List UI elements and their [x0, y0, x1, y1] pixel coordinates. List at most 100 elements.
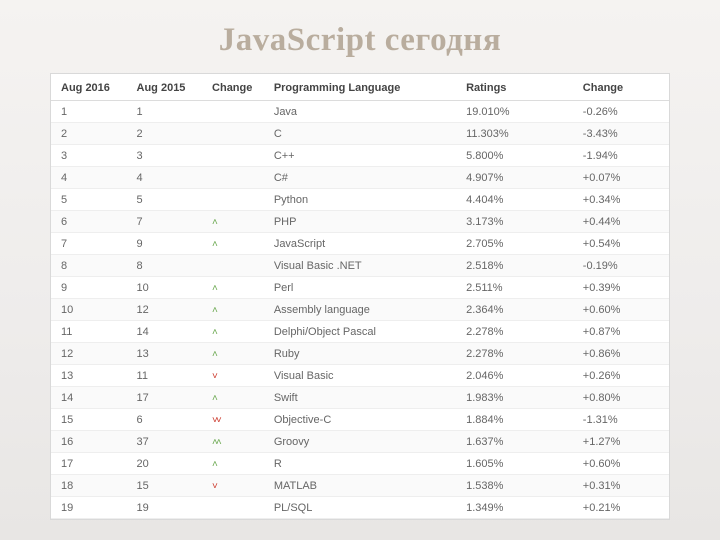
cell-rank-2016: 14 — [51, 387, 127, 409]
cell-rank-2016: 16 — [51, 431, 127, 453]
cell-trend: ˄ — [202, 453, 264, 475]
cell-rank-2016: 9 — [51, 277, 127, 299]
cell-language: JavaScript — [264, 233, 456, 255]
cell-language: Swift — [264, 387, 456, 409]
cell-rank-2016: 6 — [51, 211, 127, 233]
table-row: 1114˄Delphi/Object Pascal2.278%+0.87% — [51, 321, 669, 343]
cell-change: +0.39% — [573, 277, 669, 299]
cell-rank-2015: 10 — [127, 277, 203, 299]
cell-language: Ruby — [264, 343, 456, 365]
cell-change: +0.31% — [573, 475, 669, 497]
cell-rating: 4.404% — [456, 189, 573, 211]
table-row: 88Visual Basic .NET2.518%-0.19% — [51, 255, 669, 277]
cell-change: +0.86% — [573, 343, 669, 365]
double-down-icon: ˅˅ — [212, 416, 220, 426]
ranking-table-wrap: Aug 2016 Aug 2015 Change Programming Lan… — [50, 73, 670, 520]
col-change-dir: Change — [202, 74, 264, 101]
cell-rating: 2.518% — [456, 255, 573, 277]
cell-rating: 1.884% — [456, 409, 573, 431]
cell-rank-2015: 20 — [127, 453, 203, 475]
cell-language: C# — [264, 167, 456, 189]
cell-rank-2016: 3 — [51, 145, 127, 167]
cell-trend: ˄ — [202, 211, 264, 233]
cell-change: +0.80% — [573, 387, 669, 409]
down-icon: ˅ — [212, 482, 216, 492]
cell-rank-2015: 17 — [127, 387, 203, 409]
cell-trend — [202, 167, 264, 189]
table-row: 1012˄Assembly language2.364%+0.60% — [51, 299, 669, 321]
cell-rank-2016: 19 — [51, 497, 127, 519]
cell-rank-2016: 2 — [51, 123, 127, 145]
cell-rank-2016: 7 — [51, 233, 127, 255]
cell-change: -1.94% — [573, 145, 669, 167]
cell-change: -0.26% — [573, 101, 669, 123]
cell-rating: 1.983% — [456, 387, 573, 409]
up-icon: ˄ — [212, 328, 216, 338]
cell-rank-2015: 2 — [127, 123, 203, 145]
col-change: Change — [573, 74, 669, 101]
table-row: 1815˅MATLAB1.538%+0.31% — [51, 475, 669, 497]
cell-language: Visual Basic .NET — [264, 255, 456, 277]
cell-language: Perl — [264, 277, 456, 299]
cell-trend: ˅˅ — [202, 409, 264, 431]
cell-rank-2015: 12 — [127, 299, 203, 321]
cell-rank-2016: 15 — [51, 409, 127, 431]
cell-rank-2016: 8 — [51, 255, 127, 277]
table-row: 22C11.303%-3.43% — [51, 123, 669, 145]
cell-trend — [202, 101, 264, 123]
cell-rank-2015: 1 — [127, 101, 203, 123]
cell-rating: 2.046% — [456, 365, 573, 387]
cell-rating: 3.173% — [456, 211, 573, 233]
up-icon: ˄ — [212, 306, 216, 316]
col-aug-2015: Aug 2015 — [127, 74, 203, 101]
cell-rank-2015: 37 — [127, 431, 203, 453]
cell-rating: 2.278% — [456, 321, 573, 343]
cell-language: R — [264, 453, 456, 475]
table-row: 44C#4.907%+0.07% — [51, 167, 669, 189]
table-header-row: Aug 2016 Aug 2015 Change Programming Lan… — [51, 74, 669, 101]
col-ratings: Ratings — [456, 74, 573, 101]
cell-change: +0.60% — [573, 299, 669, 321]
cell-change: +1.27% — [573, 431, 669, 453]
cell-rank-2015: 19 — [127, 497, 203, 519]
cell-rating: 1.605% — [456, 453, 573, 475]
cell-language: C — [264, 123, 456, 145]
cell-rating: 4.907% — [456, 167, 573, 189]
double-up-icon: ˄˄ — [212, 438, 220, 448]
cell-trend — [202, 123, 264, 145]
cell-trend — [202, 189, 264, 211]
cell-rank-2015: 13 — [127, 343, 203, 365]
cell-rank-2016: 13 — [51, 365, 127, 387]
cell-rank-2015: 15 — [127, 475, 203, 497]
cell-rating: 2.511% — [456, 277, 573, 299]
cell-change: -1.31% — [573, 409, 669, 431]
cell-rank-2015: 5 — [127, 189, 203, 211]
slide: JavaScript сегодня Aug 2016 Aug 2015 Cha… — [0, 0, 720, 540]
cell-rank-2015: 7 — [127, 211, 203, 233]
up-icon: ˄ — [212, 350, 216, 360]
up-icon: ˄ — [212, 240, 216, 250]
cell-rank-2015: 9 — [127, 233, 203, 255]
cell-rank-2015: 11 — [127, 365, 203, 387]
cell-language: PL/SQL — [264, 497, 456, 519]
cell-rank-2015: 8 — [127, 255, 203, 277]
cell-rating: 1.538% — [456, 475, 573, 497]
col-language: Programming Language — [264, 74, 456, 101]
cell-language: Java — [264, 101, 456, 123]
cell-change: +0.87% — [573, 321, 669, 343]
cell-rank-2015: 3 — [127, 145, 203, 167]
cell-language: Delphi/Object Pascal — [264, 321, 456, 343]
cell-rank-2016: 12 — [51, 343, 127, 365]
cell-change: +0.44% — [573, 211, 669, 233]
cell-rating: 2.278% — [456, 343, 573, 365]
table-row: 33C++5.800%-1.94% — [51, 145, 669, 167]
cell-rating: 1.637% — [456, 431, 573, 453]
up-icon: ˄ — [212, 218, 216, 228]
cell-trend: ˄ — [202, 233, 264, 255]
cell-language: Assembly language — [264, 299, 456, 321]
cell-change: +0.60% — [573, 453, 669, 475]
cell-trend: ˄ — [202, 387, 264, 409]
cell-language: MATLAB — [264, 475, 456, 497]
table-row: 11Java19.010%-0.26% — [51, 101, 669, 123]
table-row: 1213 ˄ Ruby2.278%+0.86% — [51, 343, 669, 365]
